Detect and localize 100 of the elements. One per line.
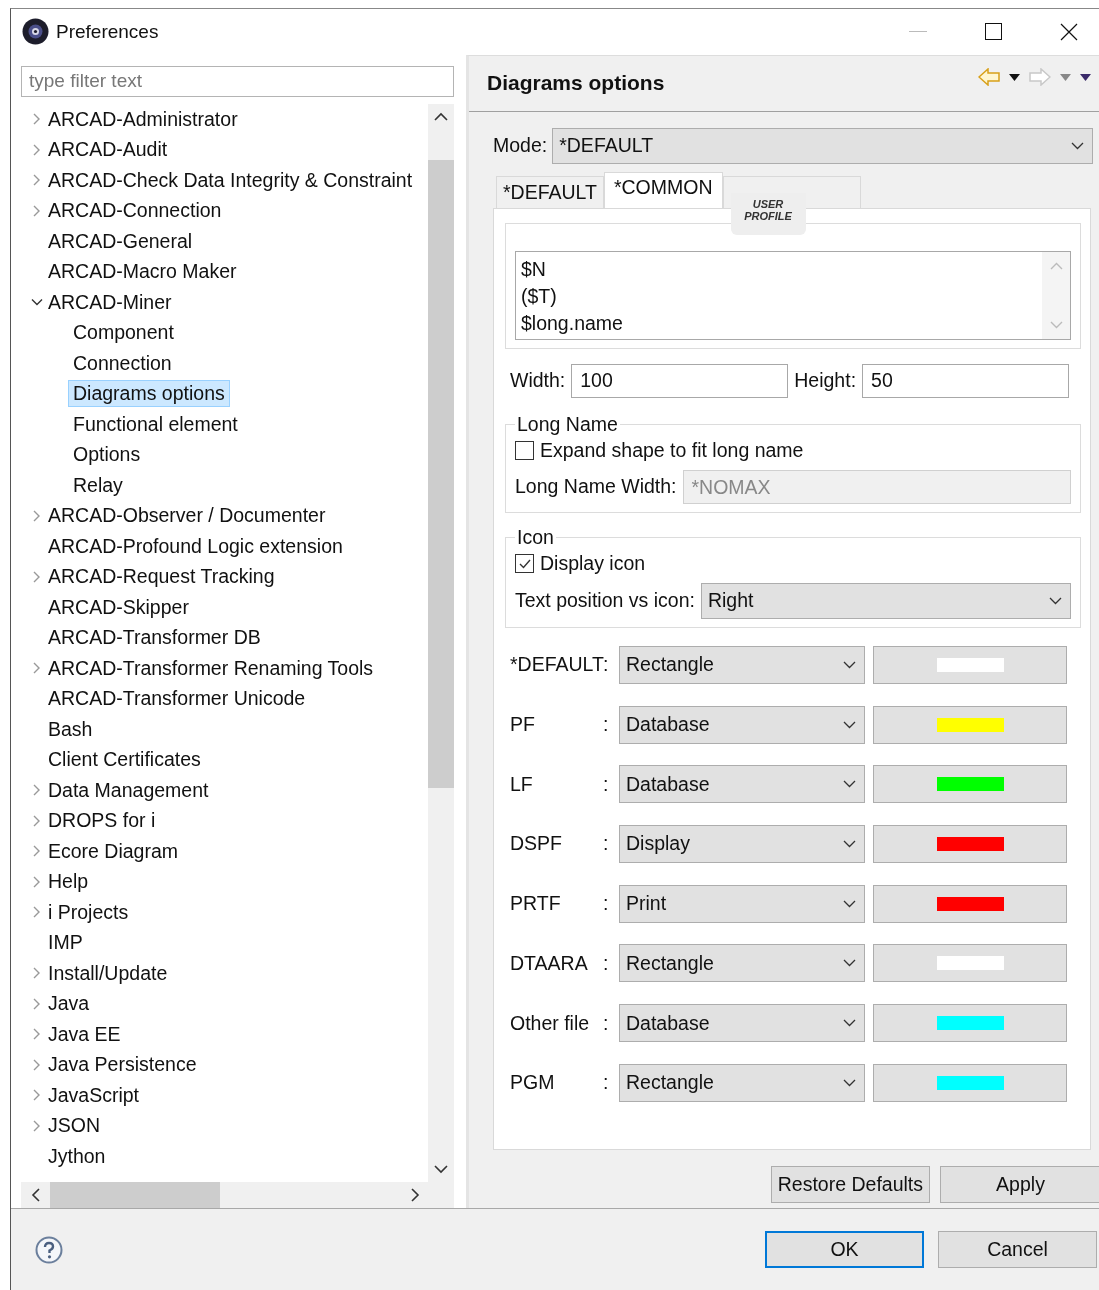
tree-item[interactable]: ARCAD-Transformer Renaming Tools <box>43 654 379 682</box>
tree-item[interactable]: Options <box>68 441 146 469</box>
shape-dropdown[interactable]: Display <box>619 825 865 863</box>
expand-chevron-icon[interactable] <box>33 1089 40 1102</box>
checkbox[interactable] <box>515 441 534 461</box>
shape-dropdown[interactable]: Database <box>619 705 865 744</box>
color-button[interactable] <box>873 884 1067 923</box>
shape-dropdown[interactable]: Database <box>619 1004 865 1043</box>
tree-item[interactable]: ARCAD-Administrator <box>43 105 243 133</box>
tree-item[interactable]: Java Persistence <box>43 1051 202 1079</box>
tree-item[interactable]: ARCAD-Transformer Unicode <box>43 685 311 713</box>
tree-item[interactable]: Help <box>43 868 94 896</box>
back-arrow-icon[interactable] <box>978 68 1000 87</box>
expand-chevron-icon[interactable] <box>33 204 40 217</box>
color-button[interactable] <box>873 765 1067 804</box>
collapse-chevron-icon[interactable] <box>30 298 43 307</box>
tree-item[interactable]: JavaScript <box>43 1081 145 1109</box>
tree-item[interactable]: JSON <box>43 1112 105 1140</box>
tree-item[interactable]: Functional element <box>68 410 243 438</box>
tree-item[interactable]: Jython <box>43 1142 111 1170</box>
tree-item[interactable]: Ecore Diagram <box>43 837 184 865</box>
tree-item[interactable]: ARCAD-Audit <box>43 136 173 164</box>
color-button[interactable] <box>873 645 1067 684</box>
scroll-right-icon[interactable] <box>411 1187 420 1202</box>
scroll-left-icon[interactable] <box>31 1187 40 1202</box>
text-position-dropdown[interactable]: Right <box>700 582 1071 619</box>
name-format-field[interactable]: $N ($T) $long.name <box>515 250 1071 340</box>
help-icon[interactable] <box>35 1235 63 1264</box>
tree-item[interactable]: Relay <box>68 471 128 499</box>
tree-item[interactable]: Connection <box>68 349 177 377</box>
color-button[interactable] <box>873 705 1067 744</box>
shape-dropdown[interactable]: Database <box>619 765 865 804</box>
expand-chevron-icon[interactable] <box>33 174 40 187</box>
shape-dropdown[interactable]: Print <box>619 884 865 923</box>
tree-item[interactable]: IMP <box>43 929 88 957</box>
checkbox-label[interactable]: Display icon <box>540 552 646 576</box>
expand-chevron-icon[interactable] <box>33 875 40 888</box>
expand-chevron-icon[interactable] <box>33 509 40 522</box>
tree-item[interactable]: ARCAD-Transformer DB <box>43 624 266 652</box>
tree-item[interactable]: Diagrams options <box>68 380 230 408</box>
forward-arrow-icon[interactable] <box>1029 68 1051 87</box>
tree-item[interactable]: Java <box>43 990 95 1018</box>
tree-item[interactable]: Bash <box>43 715 98 743</box>
minimize-icon[interactable] <box>909 30 927 33</box>
horizontal-scrollbar[interactable] <box>21 1181 454 1208</box>
expand-chevron-icon[interactable] <box>33 997 40 1010</box>
expand-chevron-icon[interactable] <box>33 143 40 156</box>
expand-chevron-icon[interactable] <box>33 814 40 827</box>
expand-chevron-icon[interactable] <box>33 784 40 797</box>
tab[interactable]: *DEFAULT <box>496 175 604 208</box>
close-icon[interactable] <box>1060 22 1078 41</box>
dialog-button[interactable]: Cancel <box>938 1231 1097 1269</box>
dialog-button[interactable]: Restore Defaults <box>770 1165 930 1203</box>
tab[interactable]: *COMMON <box>603 171 723 208</box>
width-field[interactable]: 100 <box>571 363 789 398</box>
scroll-up-icon[interactable] <box>434 111 448 121</box>
shape-dropdown[interactable]: Rectangle <box>619 645 865 684</box>
filter-field[interactable]: type filter text <box>21 65 454 97</box>
tree-item[interactable]: ARCAD-Connection <box>43 197 227 225</box>
tree-item[interactable]: Client Certificates <box>43 746 206 774</box>
tree-item[interactable]: Install/Update <box>43 959 173 987</box>
tree-item[interactable]: ARCAD-Miner <box>43 288 177 316</box>
tree-item[interactable]: ARCAD-Skipper <box>43 593 194 621</box>
mode-dropdown[interactable]: *DEFAULT <box>552 127 1093 164</box>
color-button[interactable] <box>873 1004 1067 1043</box>
height-field[interactable]: 50 <box>862 363 1070 398</box>
tree-item[interactable]: Component <box>68 319 179 347</box>
expand-chevron-icon[interactable] <box>33 570 40 583</box>
color-button[interactable] <box>873 825 1067 863</box>
shape-dropdown[interactable]: Rectangle <box>619 1063 865 1102</box>
dialog-button[interactable]: Apply <box>940 1165 1099 1203</box>
color-button[interactable] <box>873 1063 1067 1102</box>
vertical-scrollbar[interactable] <box>428 103 454 1182</box>
dropdown-icon[interactable] <box>1009 73 1020 81</box>
checkbox-label[interactable]: Expand shape to fit long name <box>540 439 804 463</box>
tree-item[interactable]: ARCAD-Observer / Documenter <box>43 502 331 530</box>
tree-item[interactable]: i Projects <box>43 898 134 926</box>
scroll-down-icon[interactable] <box>434 1164 448 1174</box>
expand-chevron-icon[interactable] <box>33 845 40 858</box>
tree-item[interactable]: ARCAD-General <box>43 227 198 255</box>
dialog-button[interactable]: OK <box>765 1231 924 1269</box>
expand-chevron-icon[interactable] <box>33 1028 40 1041</box>
expand-chevron-icon[interactable] <box>33 1119 40 1132</box>
expand-chevron-icon[interactable] <box>33 906 40 919</box>
tree-item[interactable]: DROPS for i <box>43 807 161 835</box>
tree-item[interactable]: ARCAD-Profound Logic extension <box>43 532 348 560</box>
expand-chevron-icon[interactable] <box>33 113 40 126</box>
expand-chevron-icon[interactable] <box>33 1058 40 1071</box>
expand-chevron-icon[interactable] <box>33 662 40 675</box>
maximize-icon[interactable] <box>985 23 1002 41</box>
tree-item[interactable]: ARCAD-Macro Maker <box>43 258 242 286</box>
checkbox[interactable] <box>515 554 534 574</box>
view-menu-icon[interactable] <box>1080 73 1091 81</box>
color-button[interactable] <box>873 944 1067 983</box>
tree-item[interactable]: Java EE <box>43 1020 126 1048</box>
shape-dropdown[interactable]: Rectangle <box>619 944 865 983</box>
tree-item[interactable]: ARCAD-Check Data Integrity & Constraint <box>43 166 418 194</box>
expand-chevron-icon[interactable] <box>33 967 40 980</box>
tree-item[interactable]: ARCAD-Request Tracking <box>43 563 280 591</box>
tree-item[interactable]: Data Management <box>43 776 214 804</box>
